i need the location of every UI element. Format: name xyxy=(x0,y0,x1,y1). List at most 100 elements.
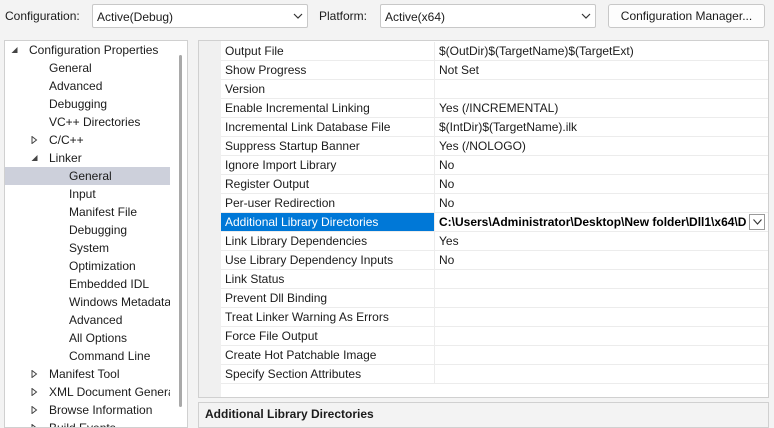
tree-item-label: Manifest File xyxy=(69,205,138,219)
tree-scrollbar[interactable] xyxy=(179,55,182,407)
property-name: Additional Library Directories xyxy=(221,213,435,231)
property-row[interactable]: Enable Incremental Linking Yes (/INCREMEN… xyxy=(221,99,768,118)
property-value[interactable] xyxy=(439,365,768,383)
property-row[interactable]: Link Status xyxy=(221,270,768,289)
property-value[interactable]: $(IntDir)$(TargetName).ilk xyxy=(439,118,768,136)
collapsed-arrow-icon[interactable] xyxy=(31,136,38,144)
tree-item[interactable]: C/C++ xyxy=(5,131,170,149)
property-row[interactable]: Force File Output xyxy=(221,327,768,346)
tree-item-label: Browse Information xyxy=(49,403,153,417)
tree-item[interactable]: Manifest Tool xyxy=(5,365,170,383)
property-row[interactable]: Version xyxy=(221,80,768,99)
tree-item-label: Configuration Properties xyxy=(29,43,159,57)
property-row[interactable]: Additional Library Directories C:\Users\A… xyxy=(221,213,768,232)
property-name: Use Library Dependency Inputs xyxy=(221,251,435,269)
property-row[interactable]: Show Progress Not Set xyxy=(221,61,768,80)
chevron-down-icon xyxy=(581,13,591,19)
property-value[interactable] xyxy=(439,270,768,288)
property-value[interactable]: No xyxy=(439,175,768,193)
property-row[interactable]: Suppress Startup Banner Yes (/NOLOGO) xyxy=(221,137,768,156)
property-name: Link Status xyxy=(221,270,435,288)
property-row[interactable]: Specify Section Attributes xyxy=(221,365,768,384)
property-value[interactable] xyxy=(439,346,768,364)
property-row[interactable]: Ignore Import Library No xyxy=(221,156,768,175)
property-row[interactable]: Create Hot Patchable Image xyxy=(221,346,768,365)
property-name: Treat Linker Warning As Errors xyxy=(221,308,435,326)
tree-item[interactable]: Command Line xyxy=(5,347,170,365)
property-row[interactable]: Incremental Link Database File $(IntDir)$… xyxy=(221,118,768,137)
tree-item-label: General xyxy=(49,61,92,75)
tree-item[interactable]: Manifest File xyxy=(5,203,170,221)
property-name: Create Hot Patchable Image xyxy=(221,346,435,364)
tree-item[interactable]: Embedded IDL xyxy=(5,275,170,293)
tree-item[interactable]: Configuration Properties xyxy=(5,41,170,59)
tree-item[interactable]: Debugging xyxy=(5,95,170,113)
property-row[interactable]: Output File $(OutDir)$(TargetName)$(Targe… xyxy=(221,42,768,61)
platform-value: Active(x64) xyxy=(385,10,446,24)
expanded-arrow-icon[interactable] xyxy=(11,46,18,54)
tree-item[interactable]: System xyxy=(5,239,170,257)
configuration-value: Active(Debug) xyxy=(97,10,174,24)
tree-item-label: Advanced xyxy=(69,313,123,327)
property-value[interactable] xyxy=(439,80,768,98)
tree-item[interactable]: Debugging xyxy=(5,221,170,239)
tree-item[interactable]: Input xyxy=(5,185,170,203)
tree-item-label: VC++ Directories xyxy=(49,115,141,129)
tree-item[interactable]: XML Document Genera xyxy=(5,383,170,401)
tree-item-label: Build Events xyxy=(49,421,116,428)
tree-item[interactable]: General xyxy=(5,59,170,77)
property-value[interactable] xyxy=(439,308,768,326)
chevron-down-icon xyxy=(753,219,762,225)
property-name: Per-user Redirection xyxy=(221,194,435,212)
tree-item[interactable]: Build Events xyxy=(5,419,170,428)
property-name: Specify Section Attributes xyxy=(221,365,435,383)
tree-item-label: Debugging xyxy=(49,97,108,111)
property-value[interactable]: No xyxy=(439,194,768,212)
tree-item[interactable]: General xyxy=(5,167,170,185)
property-row[interactable]: Link Library Dependencies Yes xyxy=(221,232,768,251)
grid-gutter xyxy=(199,41,221,397)
property-value[interactable] xyxy=(439,289,768,307)
property-row[interactable]: Treat Linker Warning As Errors xyxy=(221,308,768,327)
platform-dropdown[interactable]: Active(x64) xyxy=(380,4,596,28)
property-value[interactable]: No xyxy=(439,156,768,174)
tree-item[interactable]: Advanced xyxy=(5,311,170,329)
tree-item[interactable]: VC++ Directories xyxy=(5,113,170,131)
tree-item-label: Debugging xyxy=(69,223,128,237)
property-value[interactable]: C:\Users\Administrator\Desktop\New folde… xyxy=(439,213,749,231)
tree-item[interactable]: Optimization xyxy=(5,257,170,275)
property-name: Suppress Startup Banner xyxy=(221,137,435,155)
tree-item[interactable]: Linker xyxy=(5,149,170,167)
tree-item-label: Input xyxy=(69,187,96,201)
tree-item[interactable]: Advanced xyxy=(5,77,170,95)
property-name: Show Progress xyxy=(221,61,435,79)
tree-item[interactable]: All Options xyxy=(5,329,170,347)
platform-label: Platform: xyxy=(319,9,368,23)
configuration-manager-button[interactable]: Configuration Manager... xyxy=(608,4,765,28)
property-value[interactable]: $(OutDir)$(TargetName)$(TargetExt) xyxy=(439,42,768,60)
property-row[interactable]: Use Library Dependency Inputs No xyxy=(221,251,768,270)
collapsed-arrow-icon[interactable] xyxy=(31,406,38,414)
property-value[interactable]: Not Set xyxy=(439,61,768,79)
tree-item-label: Command Line xyxy=(69,349,151,363)
tree-item-label: Windows Metadata xyxy=(69,295,170,309)
collapsed-arrow-icon[interactable] xyxy=(31,370,38,378)
property-row[interactable]: Register Output No xyxy=(221,175,768,194)
property-value[interactable]: Yes xyxy=(439,232,768,250)
configuration-dropdown[interactable]: Active(Debug) xyxy=(92,4,308,28)
collapsed-arrow-icon[interactable] xyxy=(31,424,38,428)
description-title: Additional Library Directories xyxy=(205,407,374,421)
expanded-arrow-icon[interactable] xyxy=(31,154,38,162)
property-row[interactable]: Prevent Dll Binding xyxy=(221,289,768,308)
tree-item[interactable]: Browse Information xyxy=(5,401,170,419)
property-value[interactable]: Yes (/NOLOGO) xyxy=(439,137,768,155)
property-value[interactable]: No xyxy=(439,251,768,269)
value-dropdown-button[interactable] xyxy=(749,214,765,230)
property-row[interactable]: Per-user Redirection No xyxy=(221,194,768,213)
property-value[interactable] xyxy=(439,327,768,345)
collapsed-arrow-icon[interactable] xyxy=(31,388,38,396)
property-value[interactable]: Yes (/INCREMENTAL) xyxy=(439,99,768,117)
tree-item-label: Optimization xyxy=(69,259,136,273)
property-grid: Output File $(OutDir)$(TargetName)$(Targe… xyxy=(198,40,769,398)
tree-item[interactable]: Windows Metadata xyxy=(5,293,170,311)
